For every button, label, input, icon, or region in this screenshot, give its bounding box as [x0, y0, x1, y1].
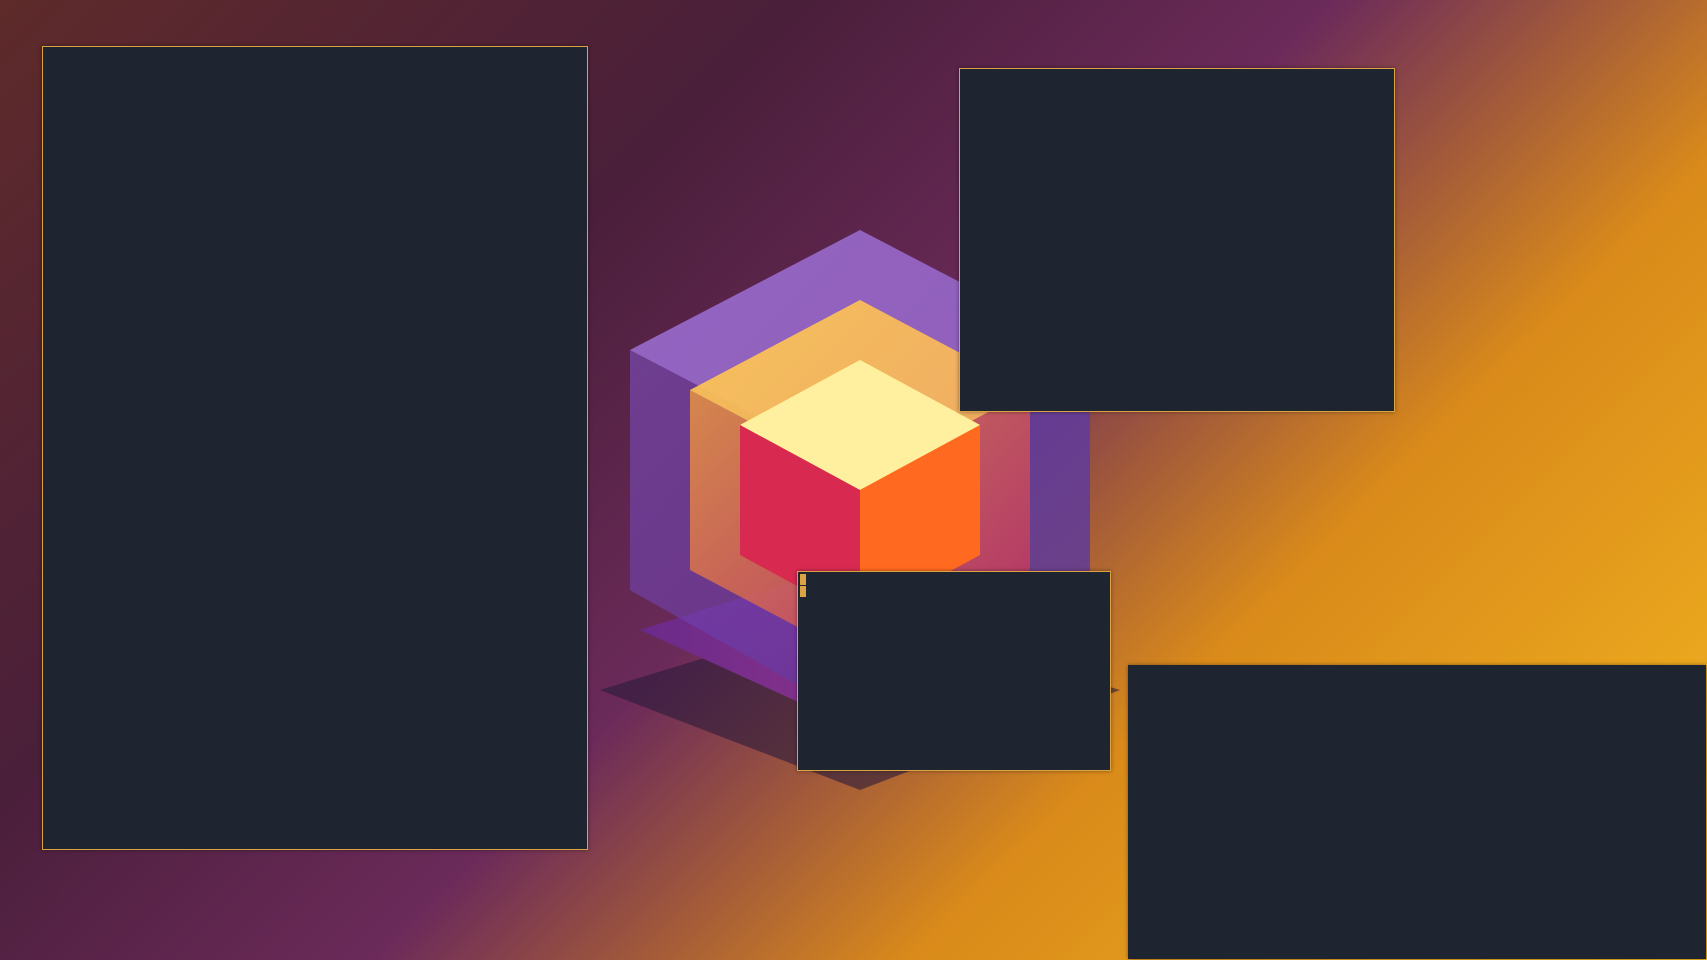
launcher-item-3[interactable] [800, 574, 806, 585]
editor-window-vim[interactable] [42, 46, 588, 850]
terminal-top[interactable] [1128, 665, 1706, 959]
launcher-item-shell[interactable] [800, 586, 806, 597]
terminal-diff[interactable] [959, 68, 1395, 412]
terminal-launcher[interactable] [797, 571, 1111, 771]
editor-body[interactable] [43, 47, 587, 849]
